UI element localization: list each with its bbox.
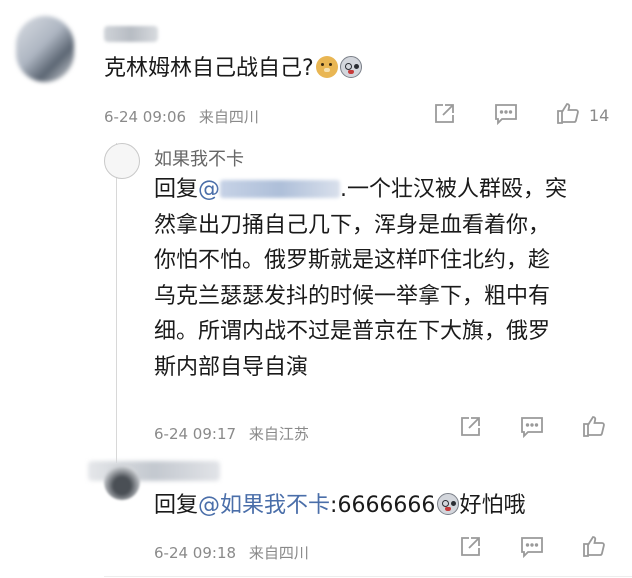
reply-line: 然拿出刀捅自己几下，浑身是血看着你， bbox=[154, 212, 551, 238]
reply-line: 你怕不怕。俄罗斯就是这样吓住北约，趁 bbox=[154, 248, 551, 273]
like-icon[interactable] bbox=[555, 100, 581, 126]
reply-username[interactable]: 如果我不卡 bbox=[154, 145, 244, 171]
avatar[interactable] bbox=[104, 464, 140, 500]
share-icon[interactable] bbox=[457, 534, 483, 560]
comment-body: 克林姆林自己战自己? bbox=[104, 56, 314, 81]
avatar[interactable] bbox=[16, 16, 74, 82]
doge-icon bbox=[315, 56, 338, 78]
username-redacted[interactable] bbox=[104, 26, 158, 42]
reply-time: 6-24 09:17 bbox=[154, 425, 237, 443]
comment-location: 来自四川 bbox=[198, 108, 259, 126]
mention-link[interactable]: @如果我不卡 bbox=[198, 493, 330, 518]
like-icon[interactable] bbox=[581, 533, 607, 559]
reply-meta: 6-24 09:17 来自江苏 bbox=[154, 423, 309, 444]
scared-face-icon bbox=[339, 56, 362, 78]
mention-redacted bbox=[220, 180, 341, 198]
reply-prefix: 回复 bbox=[154, 177, 199, 202]
reply-meta: 6-24 09:18 来自四川 bbox=[154, 542, 309, 563]
divider bbox=[104, 576, 632, 577]
reply-location: 来自江苏 bbox=[248, 425, 309, 443]
comment-text: 克林姆林自己战自己? bbox=[104, 54, 362, 84]
reply-line: 乌克兰瑟瑟发抖的时候一举拿下，粗中有 bbox=[154, 283, 551, 309]
reply-body: 回复@如果我不卡:6666666 好怕哦 bbox=[154, 488, 594, 524]
reply-location: 来自四川 bbox=[248, 544, 309, 562]
mention-link[interactable]: @ bbox=[198, 177, 341, 202]
avatar[interactable] bbox=[104, 143, 140, 179]
reply-line: 回复@如果我不卡:6666666 好怕哦 bbox=[154, 493, 526, 518]
scared-face-icon bbox=[437, 493, 460, 515]
reply-line: 斯内部自导自演 bbox=[154, 354, 309, 380]
reply-prefix: 回复 bbox=[154, 493, 199, 518]
comment-time: 6-24 09:06 bbox=[104, 108, 187, 126]
reply-line: 回复@ .一个壮汉被人群殴，突 bbox=[154, 177, 568, 202]
comment-icon[interactable] bbox=[519, 414, 545, 440]
like-icon[interactable] bbox=[581, 413, 607, 439]
share-icon[interactable] bbox=[457, 414, 483, 440]
reply-body: 回复@ .一个壮汉被人群殴，突 然拿出刀捅自己几下，浑身是血看着你， 你怕不怕。俄… bbox=[154, 172, 594, 385]
comment-meta: 6-24 09:06 来自四川 bbox=[104, 106, 259, 127]
reply-time: 6-24 09:18 bbox=[154, 544, 237, 562]
comment-icon[interactable] bbox=[493, 101, 519, 127]
share-icon[interactable] bbox=[431, 101, 457, 127]
like-count: 14 bbox=[589, 106, 610, 125]
reply-line: 细。所谓内战不过是普京在下大旗，俄罗 bbox=[154, 319, 551, 344]
comment-icon[interactable] bbox=[519, 534, 545, 560]
thread-line bbox=[116, 143, 117, 463]
